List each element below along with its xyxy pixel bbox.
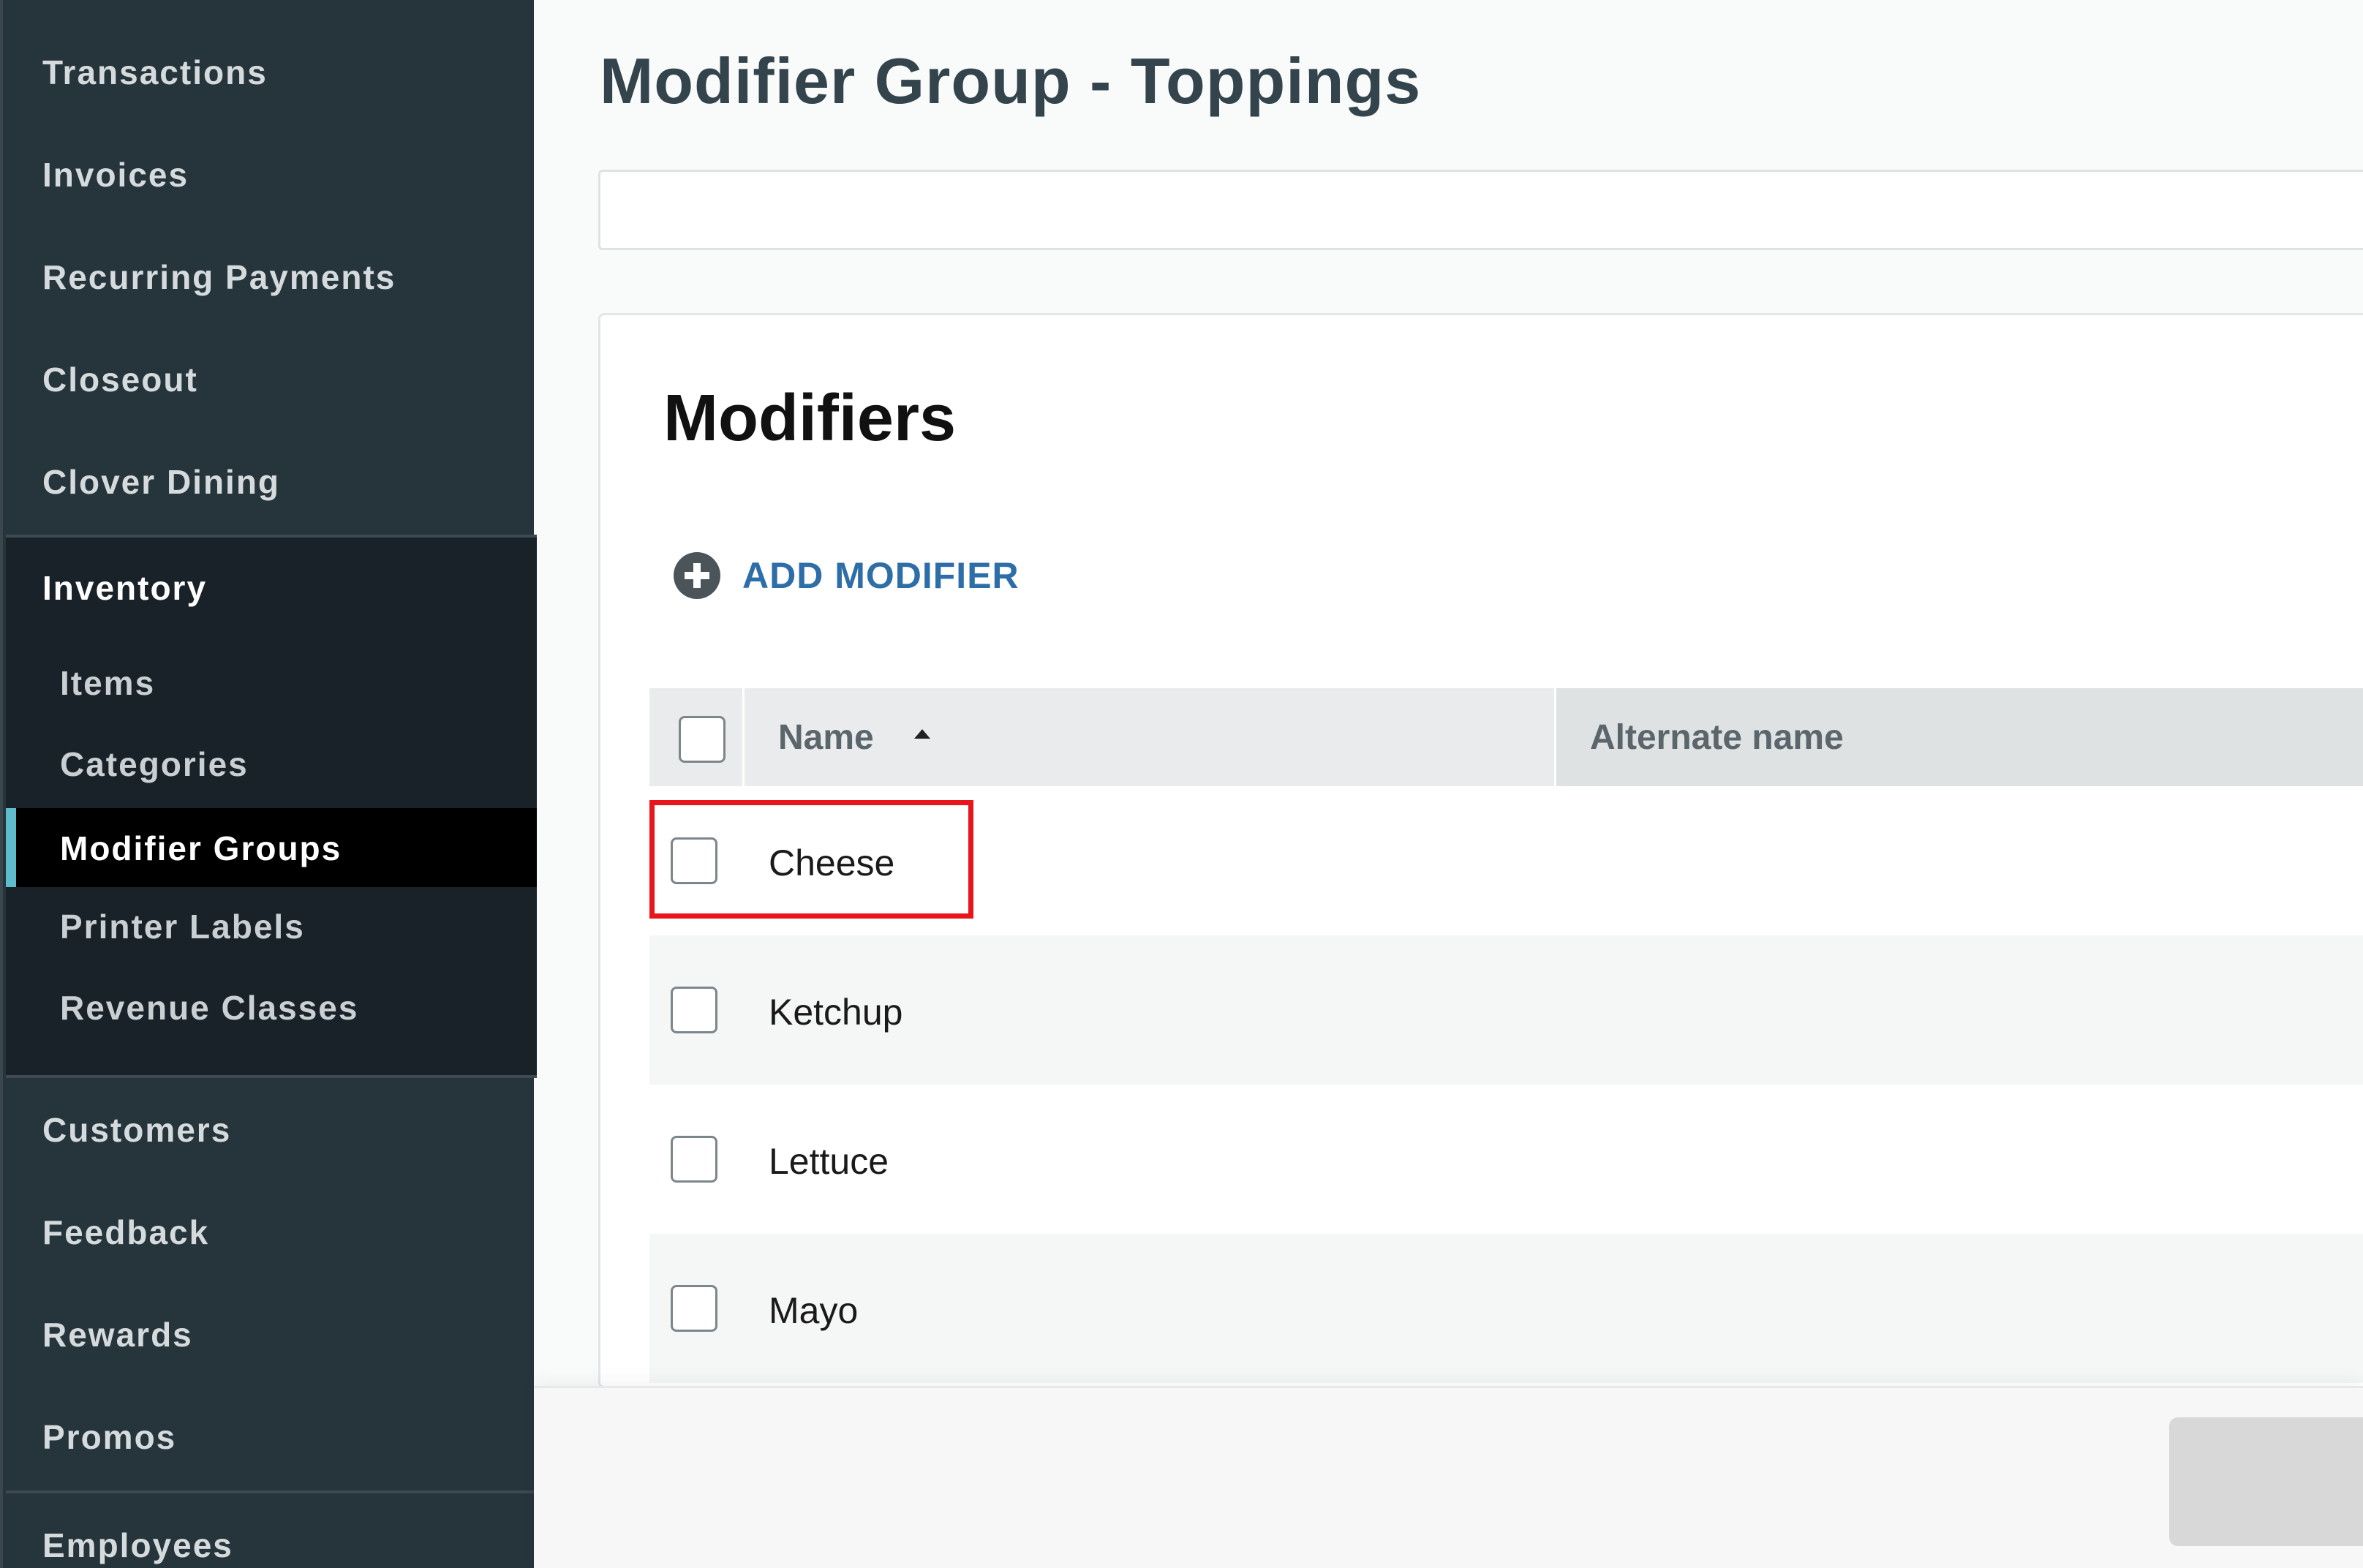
sidebar-item-transactions[interactable]: Transactions	[42, 53, 268, 92]
sidebar-item-rewards[interactable]: Rewards	[42, 1315, 193, 1354]
sidebar-item-inventory[interactable]: Inventory	[42, 568, 207, 608]
plus-circle-icon	[674, 552, 720, 599]
column-header-alternate-name[interactable]: Alternate name	[1556, 688, 2363, 786]
table-row[interactable]: Mayo	[649, 1234, 2363, 1383]
main-content: Modifier Group - Toppings Modifiers ADD …	[534, 0, 2363, 1568]
row-name: Lettuce	[769, 1141, 889, 1182]
add-modifier-button[interactable]: ADD MODIFIER	[674, 552, 1020, 599]
add-modifier-label: ADD MODIFIER	[742, 555, 1020, 596]
modifiers-card: Modifiers ADD MODIFIER Name Alternate na…	[598, 313, 2363, 1388]
sidebar-item-feedback[interactable]: Feedback	[42, 1213, 209, 1252]
sidebar-item-revenue-classes[interactable]: Revenue Classes	[60, 988, 358, 1028]
column-header-name[interactable]: Name	[745, 688, 1556, 786]
header-checkbox-cell	[649, 688, 745, 786]
page-title: Modifier Group - Toppings	[600, 45, 1422, 117]
sidebar-item-closeout[interactable]: Closeout	[42, 360, 198, 399]
footer-action-button[interactable]	[2169, 1417, 2363, 1546]
row-name: Cheese	[769, 843, 895, 883]
row-checkbox[interactable]	[671, 1285, 717, 1332]
sidebar-item-categories[interactable]: Categories	[60, 745, 249, 784]
sort-ascending-icon	[914, 729, 930, 739]
sidebar-item-printer-labels[interactable]: Printer Labels	[60, 907, 305, 946]
row-checkbox[interactable]	[671, 1136, 717, 1183]
modifiers-table: Name Alternate name Cheese Ketchup Lettu…	[649, 688, 2363, 1383]
row-name: Ketchup	[769, 992, 903, 1033]
sidebar-item-modifier-groups[interactable]: Modifier Groups	[6, 808, 537, 887]
table-row[interactable]: Cheese	[649, 786, 2363, 935]
sidebar: Transactions Invoices Recurring Payments…	[0, 0, 537, 1568]
table-header: Name Alternate name	[649, 688, 2363, 786]
sidebar-item-promos[interactable]: Promos	[42, 1417, 176, 1457]
section-title: Modifiers	[663, 382, 957, 455]
column-header-label: Alternate name	[1590, 718, 1844, 757]
column-header-label: Name	[778, 718, 874, 757]
footer-bar	[534, 1386, 2363, 1568]
toolbar-panel	[598, 170, 2363, 250]
row-checkbox[interactable]	[671, 837, 717, 884]
sidebar-item-employees[interactable]: Employees	[42, 1526, 233, 1565]
sidebar-divider	[6, 1075, 537, 1078]
sidebar-item-label: Modifier Groups	[60, 829, 342, 867]
sidebar-divider	[6, 1490, 537, 1493]
sidebar-item-recurring-payments[interactable]: Recurring Payments	[42, 257, 396, 297]
table-row[interactable]: Ketchup	[649, 935, 2363, 1085]
sidebar-item-clover-dining[interactable]: Clover Dining	[42, 462, 280, 502]
active-indicator	[6, 808, 16, 887]
row-name: Mayo	[769, 1290, 859, 1331]
row-checkbox[interactable]	[671, 987, 717, 1033]
table-row[interactable]: Lettuce	[649, 1085, 2363, 1234]
sidebar-item-items[interactable]: Items	[60, 663, 155, 703]
sidebar-item-customers[interactable]: Customers	[42, 1110, 231, 1150]
select-all-checkbox[interactable]	[679, 716, 726, 763]
inventory-section: Inventory Items Categories Modifier Grou…	[6, 538, 537, 1077]
sidebar-item-invoices[interactable]: Invoices	[42, 155, 189, 195]
